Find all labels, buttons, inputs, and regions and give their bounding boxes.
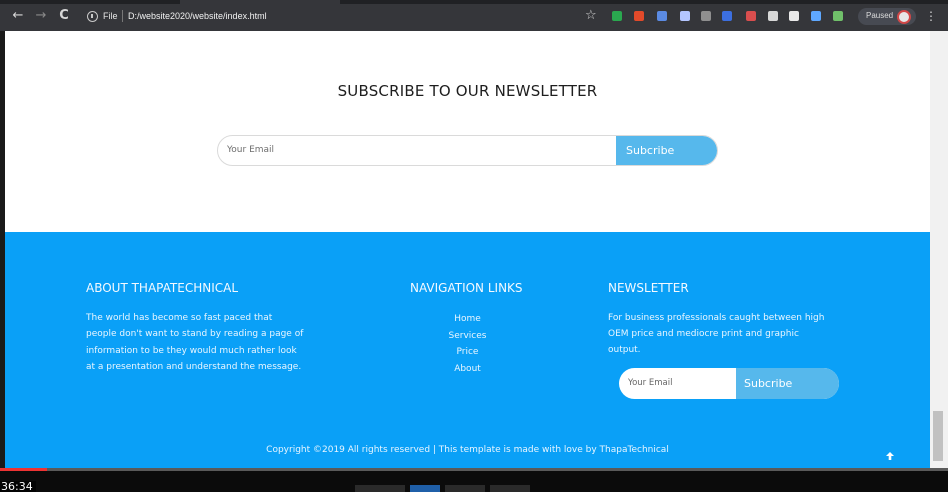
about-line: at a presentation and understand the mes… <box>86 361 302 372</box>
footer-subscribe-button[interactable]: Subcribe <box>736 368 839 399</box>
browser-toolbar: ← → C File D:/website2020/website/index.… <box>0 0 948 31</box>
bookmark-star-icon[interactable]: ☆ <box>585 8 597 23</box>
copyright-text: Copyright ©2019 All rights reserved | Th… <box>266 445 669 455</box>
newsletter-line: For business professionals caught betwee… <box>608 313 825 323</box>
footer-newsletter-text: For business professionals caught betwee… <box>608 310 868 358</box>
footer-link-price[interactable]: Price <box>410 344 525 361</box>
footer: ABOUT THAPATECHNICAL The world has becom… <box>5 232 930 468</box>
footer-email-input[interactable]: Your Email <box>628 368 738 399</box>
paused-label: Paused <box>866 11 894 20</box>
footer-link-home[interactable]: Home <box>410 311 525 328</box>
tab-strip <box>0 0 948 4</box>
navigation-links: Home Services Price About <box>410 311 525 377</box>
footer-newsletter-form: Your Email Subcribe <box>619 368 839 399</box>
active-tab[interactable] <box>180 0 340 4</box>
subscribe-button[interactable]: Subcribe <box>616 136 717 165</box>
kebab-menu-icon[interactable]: ⋮ <box>925 9 937 23</box>
video-timecode: 36:34 <box>0 481 36 492</box>
email-input[interactable]: Your Email <box>227 136 607 165</box>
extension-icon[interactable] <box>833 11 843 21</box>
footer-newsletter-title: NEWSLETTER <box>608 281 689 295</box>
taskbar <box>0 471 948 492</box>
taskbar-item[interactable] <box>355 485 405 492</box>
about-line: information to be they would much rather… <box>86 345 297 356</box>
extension-icon[interactable] <box>722 11 732 21</box>
extension-icon[interactable] <box>612 11 622 21</box>
extension-icon[interactable] <box>746 11 756 21</box>
extension-icon[interactable] <box>680 11 690 21</box>
forward-icon[interactable]: → <box>34 9 48 23</box>
footer-link-about[interactable]: About <box>410 361 525 378</box>
about-title: ABOUT THAPATECHNICAL <box>86 281 239 295</box>
extension-icon[interactable] <box>811 11 821 21</box>
url-scheme-label: File <box>103 11 118 21</box>
taskbar-item[interactable] <box>445 485 485 492</box>
newsletter-form: Your Email Subcribe <box>217 135 718 166</box>
scrollbar-thumb[interactable] <box>933 411 943 461</box>
extension-icon[interactable] <box>657 11 667 21</box>
footer-link-services[interactable]: Services <box>410 328 525 345</box>
newsletter-line: OEM price and mediocre print and graphic <box>608 329 799 339</box>
page-scrollbar[interactable] <box>930 31 948 468</box>
taskbar-item[interactable] <box>410 485 440 492</box>
address-bar[interactable]: D:/website2020/website/index.html <box>128 11 267 21</box>
extension-icon[interactable] <box>789 11 799 21</box>
extension-icon[interactable] <box>768 11 778 21</box>
divider <box>122 10 123 22</box>
info-icon[interactable] <box>87 11 98 22</box>
back-icon[interactable]: ← <box>11 9 25 23</box>
extension-icon[interactable] <box>634 11 644 21</box>
about-line: people don't want to stand by reading a … <box>86 329 304 340</box>
newsletter-line: output. <box>608 345 641 355</box>
avatar[interactable] <box>897 10 911 24</box>
taskbar-item[interactable] <box>490 485 530 492</box>
arrow-up-icon[interactable] <box>885 451 895 461</box>
newsletter-heading: SUBSCRIBE TO OUR NEWSLETTER <box>337 82 598 100</box>
reload-icon[interactable]: C <box>57 9 71 23</box>
web-page: SUBSCRIBE TO OUR NEWSLETTER Your Email S… <box>5 31 930 468</box>
about-line: The world has become so fast paced that <box>86 313 273 323</box>
navigation-title: NAVIGATION LINKS <box>410 281 523 295</box>
about-text: The world has become so fast paced that … <box>86 310 331 375</box>
extension-icon[interactable] <box>701 11 711 21</box>
